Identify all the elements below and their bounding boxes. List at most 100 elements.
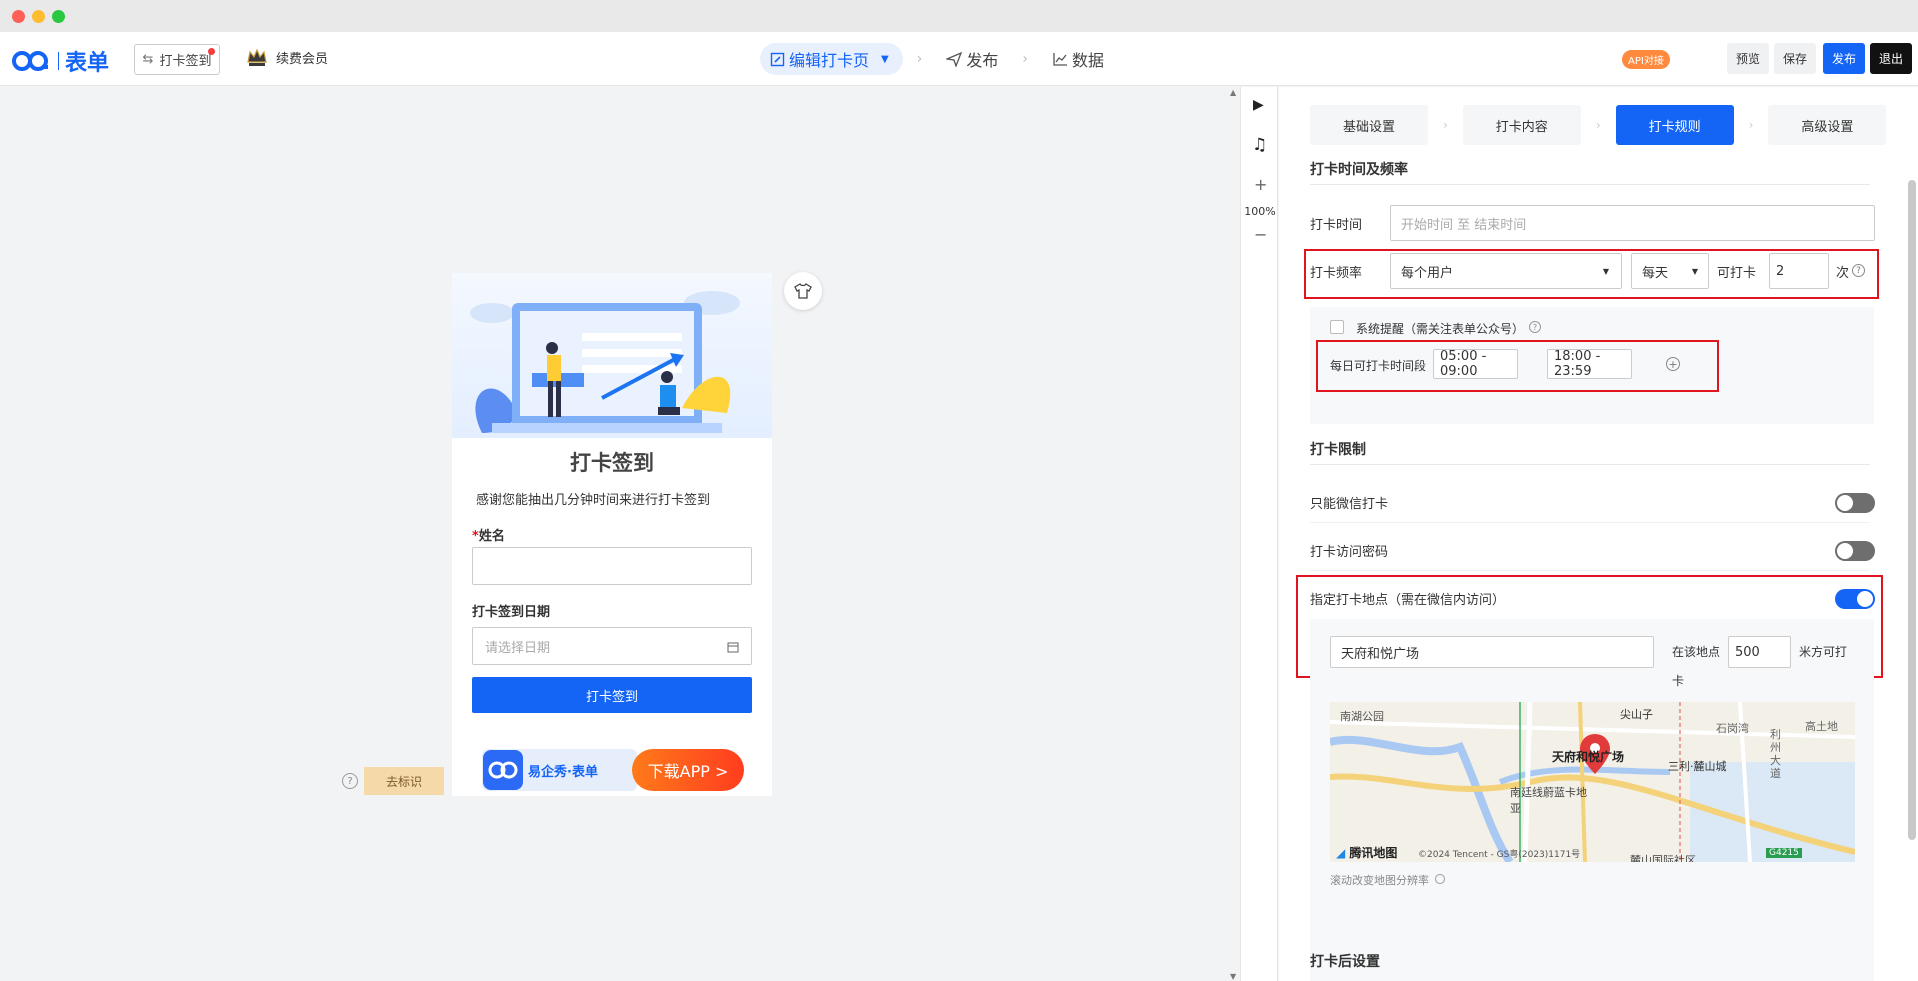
chevron-right-icon: › — [1748, 118, 1754, 132]
switch-form-button[interactable]: ⇆ 打卡签到 — [134, 44, 220, 75]
help-icon[interactable]: ? — [1852, 264, 1865, 277]
map-roads-icon — [1330, 702, 1855, 862]
frequency-scope-select[interactable]: 每个用户 ▼ — [1390, 253, 1622, 289]
map-hint-text: 滚动改变地图分辨率 — [1330, 874, 1429, 887]
location-toggle[interactable] — [1835, 589, 1875, 609]
music-icon[interactable]: ♫ — [1252, 135, 1267, 155]
date-input[interactable]: 请选择日期 — [472, 627, 752, 665]
close-window-icon[interactable] — [12, 10, 25, 23]
remove-branding-label: 去标识 — [364, 767, 445, 795]
required-mark: * — [472, 529, 479, 544]
settings-panel: 基础设置 › 打卡内容 › 打卡规则 › 高级设置 打卡时间及频率 打卡时间 开… — [1279, 87, 1918, 981]
system-reminder-label: 系统提醒（需关注表单公众号） — [1356, 322, 1525, 336]
system-reminder-checkbox[interactable] — [1330, 320, 1344, 334]
chevron-right-icon: › — [1022, 51, 1028, 67]
edit-icon — [770, 52, 785, 66]
daily-window-label: 每日可打卡时间段 — [1330, 359, 1427, 373]
name-label-text: 姓名 — [478, 529, 505, 544]
map-label: 南廷线蔚蓝卡地亚 — [1510, 786, 1587, 815]
checkin-illustration-icon — [470, 291, 740, 433]
logo-icon — [12, 51, 48, 71]
date-placeholder: 请选择日期 — [485, 640, 551, 656]
shirt-icon — [794, 283, 812, 299]
logo-text: 表单 — [65, 51, 110, 76]
caret-down-icon: ▼ — [1602, 266, 1609, 276]
maximize-window-icon[interactable] — [52, 10, 65, 23]
checkin-time-label: 打卡时间 — [1310, 218, 1363, 233]
wechat-only-toggle[interactable] — [1835, 493, 1875, 513]
tab-basic-settings[interactable]: 基础设置 — [1310, 105, 1428, 145]
theme-skin-button[interactable] — [784, 272, 822, 310]
wechat-only-label: 只能微信打卡 — [1310, 497, 1389, 512]
form-description: 感谢您能抽出几分钟时间来进行打卡签到 — [476, 493, 711, 508]
zoom-in-icon[interactable]: + — [1254, 175, 1267, 194]
map-label: 三利·麓山城 — [1668, 760, 1727, 773]
access-password-toggle[interactable] — [1835, 541, 1875, 561]
map-label-selected: 天府和悦广场 — [1552, 750, 1625, 764]
map-label: 南湖公园 — [1340, 710, 1384, 723]
radius-input[interactable]: 500 — [1728, 636, 1791, 668]
chevron-right-icon: › — [1443, 118, 1448, 132]
renew-vip-link[interactable]: 续费会员 — [246, 46, 328, 68]
preview-button[interactable]: 预览 — [1727, 43, 1770, 74]
zoom-out-icon[interactable]: − — [1254, 225, 1267, 244]
times-unit-label: 次 — [1836, 266, 1850, 281]
tencent-map-icon: ◢ — [1336, 846, 1350, 860]
settings-tabs: 基础设置 › 打卡内容 › 打卡规则 › 高级设置 — [1310, 105, 1887, 145]
frequency-count-input[interactable]: 2 — [1769, 253, 1829, 289]
time-window-2-input[interactable]: 18:00 - 23:59 — [1547, 349, 1632, 379]
help-icon[interactable] — [1435, 874, 1445, 884]
swap-icon: ⇆ — [142, 52, 154, 67]
location-search-input[interactable]: 天府和悦广场 — [1330, 636, 1654, 668]
chart-icon — [1053, 53, 1067, 66]
step-publish[interactable]: 发布 — [936, 47, 1008, 71]
help-icon[interactable]: ? — [1529, 321, 1541, 333]
tab-checkin-content[interactable]: 打卡内容 — [1462, 105, 1581, 145]
panel-scrollbar[interactable] — [1908, 180, 1916, 840]
checkin-limits-heading: 打卡限制 — [1310, 442, 1366, 458]
renew-vip-label: 续费会员 — [276, 51, 329, 67]
zoom-level: 100% — [1244, 205, 1276, 218]
access-password-label: 打卡访问密码 — [1310, 545, 1389, 560]
download-app-ad[interactable]: 易企秀·表单 下载APP > — [482, 749, 744, 791]
radius-unit-tail: 卡 — [1672, 674, 1685, 688]
frequency-period-select[interactable]: 每天 ▼ — [1631, 253, 1709, 289]
location-map[interactable]: 南湖公园 尖山子 石岗湾 高土地 天府和悦广场 三利·麓山城 南廷线蔚蓝卡地亚 … — [1330, 702, 1855, 862]
checkin-submit-button[interactable]: 打卡签到 — [472, 677, 752, 713]
save-button[interactable]: 保存 — [1774, 43, 1817, 74]
time-frequency-heading: 打卡时间及频率 — [1310, 162, 1408, 178]
publish-button[interactable]: 发布 — [1823, 43, 1866, 74]
step-data-label: 数据 — [1071, 51, 1104, 70]
api-integration-badge[interactable]: API对接 — [1622, 50, 1670, 69]
app-logo[interactable]: 表单 — [12, 45, 109, 77]
location-label: 指定打卡地点（需在微信内访问） — [1310, 593, 1506, 608]
divider — [1310, 464, 1870, 465]
add-time-window-icon[interactable]: + — [1666, 357, 1680, 371]
divider — [1310, 522, 1870, 523]
step-edit-page[interactable]: 编辑打卡页 ▼ — [760, 43, 903, 75]
download-app-button[interactable]: 下载APP > — [632, 749, 744, 791]
frequency-scope-value: 每个用户 — [1401, 265, 1454, 281]
logo-separator — [58, 52, 59, 70]
tab-advanced-settings[interactable]: 高级设置 — [1768, 105, 1887, 145]
calendar-icon — [727, 642, 739, 653]
name-input[interactable] — [472, 547, 752, 585]
tab-checkin-rules[interactable]: 打卡规则 — [1615, 105, 1734, 145]
radius-unit-label: 米方可打 — [1799, 645, 1848, 659]
send-icon — [946, 51, 963, 67]
play-icon[interactable]: ▶ — [1253, 97, 1264, 113]
remove-branding[interactable]: ? 去标识 — [342, 767, 445, 795]
banner-illustration — [452, 273, 772, 438]
canvas-scrollbar[interactable]: ▲ ▼ — [1228, 88, 1240, 981]
time-window-1-input[interactable]: 05:00 - 09:00 — [1433, 349, 1518, 379]
step-publish-label: 发布 — [966, 51, 999, 70]
step-data[interactable]: 数据 — [1042, 47, 1114, 71]
step-edit-label: 编辑打卡页 — [789, 51, 870, 70]
checkin-time-range-input[interactable]: 开始时间 至 结束时间 — [1390, 205, 1875, 241]
workflow-steps: 编辑打卡页 ▼ › 发布 › 数据 — [760, 43, 1114, 75]
minimize-window-icon[interactable] — [32, 10, 45, 23]
ad-brand-text: 易企秀·表单 — [528, 765, 598, 780]
exit-button[interactable]: 退出 — [1870, 43, 1913, 74]
map-brand: ◢ 腾讯地图 — [1336, 844, 1397, 861]
divider — [1310, 184, 1870, 185]
